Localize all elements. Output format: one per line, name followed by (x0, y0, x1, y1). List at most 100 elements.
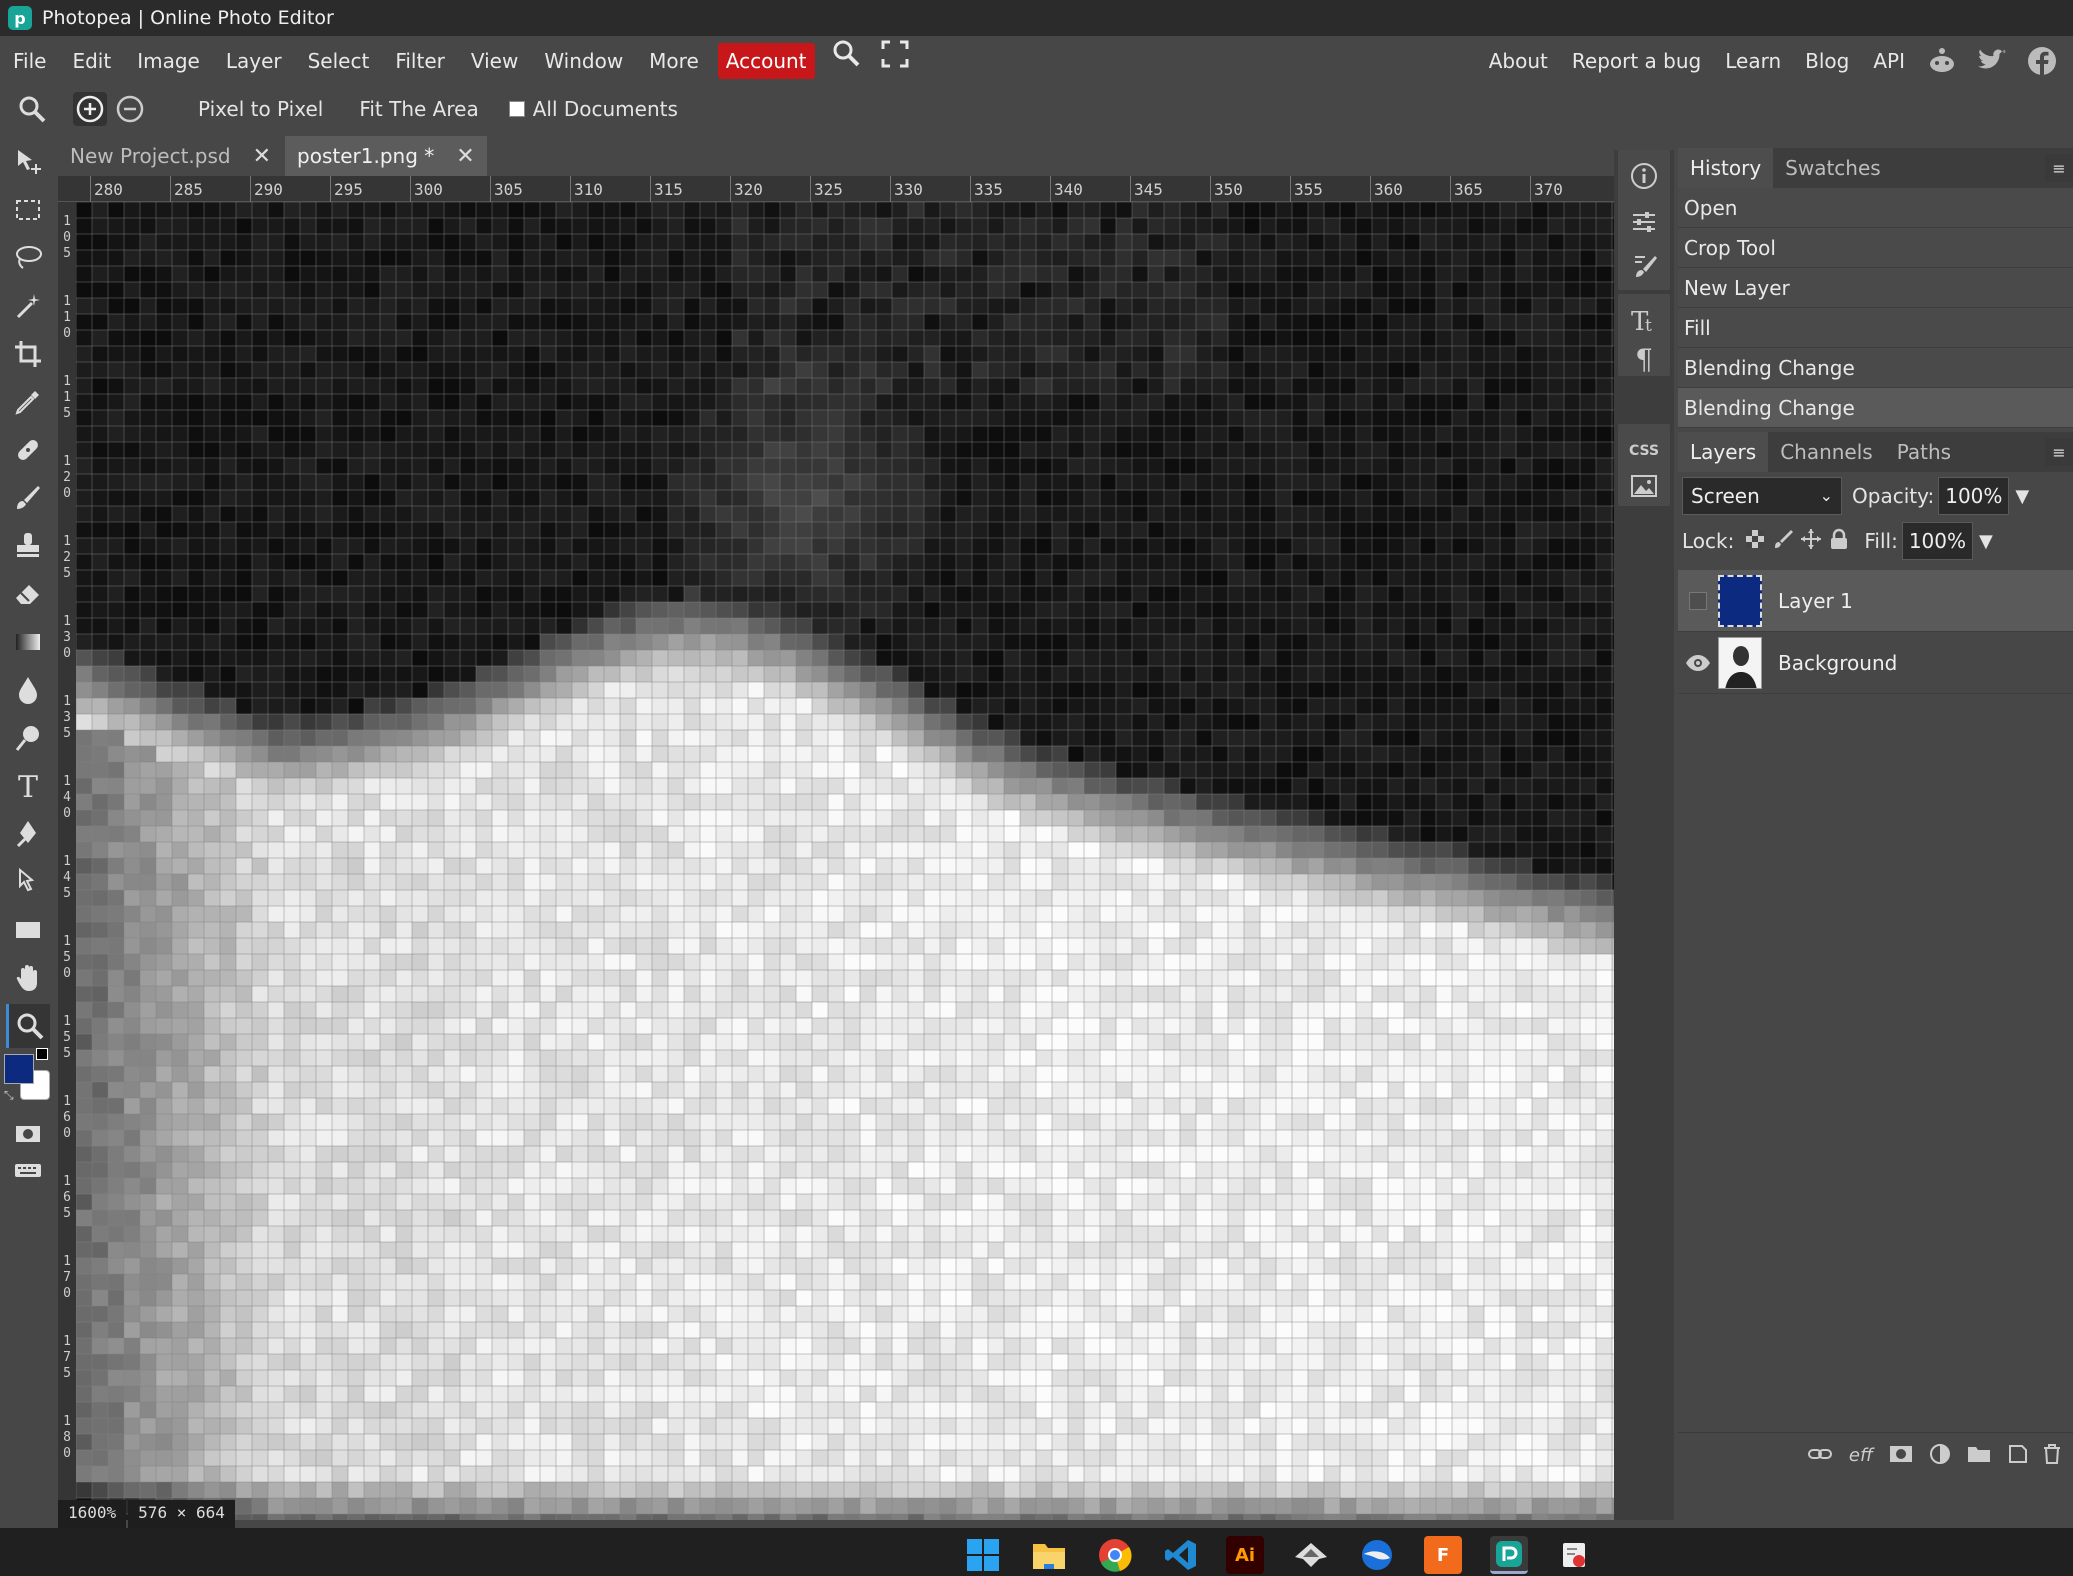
move-tool-icon[interactable] (6, 140, 50, 184)
lock-pixels-icon[interactable] (1772, 528, 1794, 554)
reddit-icon[interactable] (1925, 44, 1959, 78)
blend-mode-select[interactable]: Screen ⌄ (1682, 477, 1842, 515)
history-item[interactable]: Open (1678, 188, 2073, 228)
healing-brush-icon[interactable] (6, 428, 50, 472)
lock-position-icon[interactable] (1800, 528, 1822, 554)
zoom-out-icon[interactable] (113, 92, 147, 126)
search-icon[interactable] (821, 36, 871, 86)
magic-wand-icon[interactable] (6, 284, 50, 328)
pixel-to-pixel-button[interactable]: Pixel to Pixel (198, 97, 323, 121)
effects-icon[interactable]: eff (1849, 1445, 1873, 1466)
menu-filter[interactable]: Filter (382, 36, 458, 86)
layer-row-background[interactable]: Background (1678, 632, 2073, 694)
tab-history[interactable]: History (1678, 148, 1774, 188)
panel-menu-icon[interactable]: ≡ (2045, 438, 2073, 466)
tab-layers[interactable]: Layers (1678, 432, 1769, 472)
lock-transparency-icon[interactable] (1744, 528, 1766, 554)
fullscreen-icon[interactable] (871, 36, 919, 86)
menu-report-bug[interactable]: Report a bug (1560, 36, 1713, 86)
folder-icon[interactable] (1967, 1444, 1991, 1468)
all-documents-checkbox[interactable] (508, 101, 525, 117)
default-colors-icon[interactable] (36, 1048, 48, 1060)
app-icon[interactable] (1292, 1536, 1330, 1574)
vscode-icon[interactable] (1162, 1536, 1200, 1574)
file-explorer-icon[interactable] (1030, 1536, 1068, 1574)
twitter-icon[interactable] (1975, 44, 2009, 78)
menu-edit[interactable]: Edit (59, 36, 124, 86)
swap-colors-icon[interactable]: ⤡ (4, 1088, 14, 1103)
menu-image[interactable]: Image (124, 36, 213, 86)
brush-settings-icon[interactable] (1624, 246, 1664, 286)
brush-tool-icon[interactable] (6, 476, 50, 520)
history-item[interactable]: New Layer (1678, 268, 2073, 308)
character-icon[interactable]: Tt (1624, 300, 1664, 340)
eraser-tool-icon[interactable] (6, 572, 50, 616)
menu-layer[interactable]: Layer (213, 36, 295, 86)
visibility-toggle[interactable] (1678, 570, 1718, 632)
css-icon[interactable]: CSS (1624, 430, 1664, 470)
illustrator-icon[interactable]: Ai (1226, 1536, 1264, 1574)
tab-swatches[interactable]: Swatches (1773, 148, 1893, 188)
zoom-tool-button-icon[interactable] (6, 1004, 50, 1048)
close-icon[interactable]: ✕ (456, 144, 474, 169)
visibility-toggle[interactable] (1678, 632, 1718, 694)
doc-tab-poster1[interactable]: poster1.png * ✕ (285, 136, 487, 176)
paragraph-icon[interactable]: ¶ (1624, 338, 1664, 378)
close-icon[interactable]: ✕ (253, 144, 271, 169)
history-item[interactable]: Fill (1678, 308, 2073, 348)
pen-tool-icon[interactable] (6, 812, 50, 856)
history-item[interactable]: Blending Change (1678, 388, 2073, 428)
menu-api[interactable]: API (1861, 36, 1917, 86)
menu-select[interactable]: Select (295, 36, 383, 86)
gradient-tool-icon[interactable] (6, 620, 50, 664)
browser-icon[interactable] (1358, 1536, 1396, 1574)
facebook-icon[interactable] (2025, 44, 2059, 78)
zoom-in-icon[interactable] (73, 92, 107, 126)
menu-blog[interactable]: Blog (1793, 36, 1861, 86)
chrome-icon[interactable] (1096, 1536, 1134, 1574)
crop-tool-icon[interactable] (6, 332, 50, 376)
doc-tab-new-project[interactable]: New Project.psd ✕ (58, 136, 284, 176)
app-f-icon[interactable]: F (1424, 1536, 1462, 1574)
type-tool-icon[interactable]: T (6, 764, 50, 808)
adjustment-icon[interactable] (1929, 1443, 1951, 1469)
panel-menu-icon[interactable]: ≡ (2045, 154, 2073, 182)
history-item[interactable]: Blending Change (1678, 348, 2073, 388)
photopea-taskbar-icon[interactable] (1490, 1536, 1528, 1574)
zoom-level[interactable]: 1600% (58, 1500, 127, 1528)
layer-row-layer-1[interactable]: Layer 1 (1678, 570, 2073, 632)
account-button[interactable]: Account (717, 43, 815, 79)
menu-more[interactable]: More (636, 36, 712, 86)
link-icon[interactable] (1807, 1444, 1833, 1468)
new-layer-icon[interactable] (2007, 1443, 2029, 1469)
menu-window[interactable]: Window (531, 36, 636, 86)
lock-all-icon[interactable] (1828, 528, 1850, 554)
rectangle-tool-icon[interactable] (6, 908, 50, 952)
menu-view[interactable]: View (458, 36, 531, 86)
trash-icon[interactable] (2041, 1443, 2063, 1469)
opacity-dropdown-icon[interactable]: ▼ (2015, 486, 2029, 507)
snipping-tool-icon[interactable] (1556, 1536, 1594, 1574)
opacity-input[interactable]: 100% (1938, 477, 2010, 515)
path-select-icon[interactable] (6, 860, 50, 904)
tab-paths[interactable]: Paths (1885, 432, 1963, 472)
history-item[interactable]: Crop Tool (1678, 228, 2073, 268)
clone-stamp-icon[interactable] (6, 524, 50, 568)
image-canvas[interactable] (76, 202, 1614, 1520)
tab-channels[interactable]: Channels (1768, 432, 1885, 472)
mask-icon[interactable] (1889, 1444, 1913, 1468)
menu-learn[interactable]: Learn (1713, 36, 1793, 86)
info-icon[interactable] (1624, 156, 1664, 196)
windows-start-icon[interactable] (964, 1536, 1002, 1574)
fill-input[interactable]: 100% (1901, 522, 1973, 560)
dodge-tool-icon[interactable] (6, 716, 50, 760)
marquee-tool-icon[interactable] (6, 188, 50, 232)
eyedropper-icon[interactable] (6, 380, 50, 424)
blur-tool-icon[interactable] (6, 668, 50, 712)
menu-about[interactable]: About (1477, 36, 1560, 86)
keyboard-icon[interactable] (6, 1148, 50, 1192)
hand-tool-icon[interactable] (6, 956, 50, 1000)
foreground-color-swatch[interactable] (4, 1054, 34, 1084)
fill-dropdown-icon[interactable]: ▼ (1979, 531, 1993, 552)
fit-the-area-button[interactable]: Fit The Area (359, 97, 478, 121)
